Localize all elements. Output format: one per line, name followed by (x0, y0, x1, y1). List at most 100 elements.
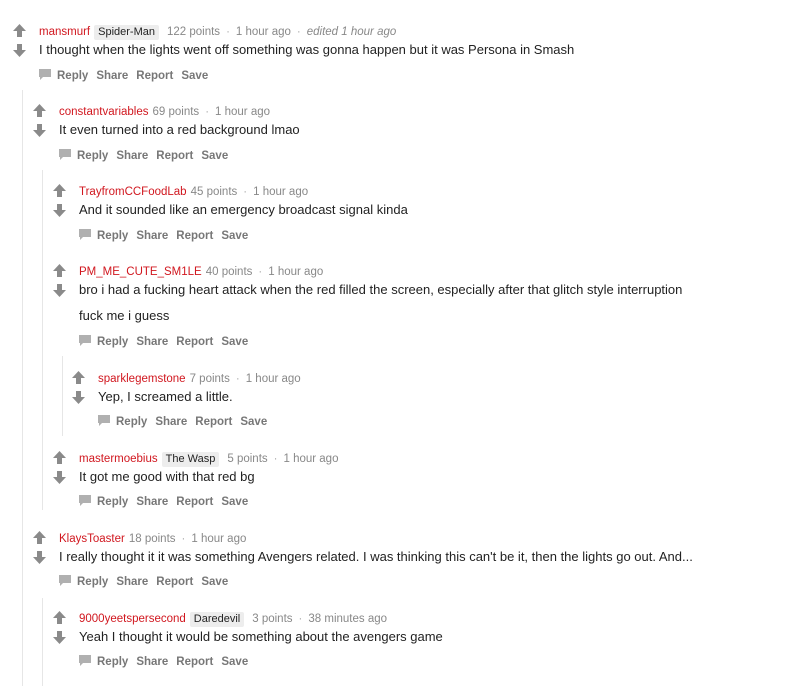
downvote-arrow-icon[interactable] (33, 124, 46, 137)
comment-body: It got me good with that red bg (79, 468, 255, 486)
author-link[interactable]: constantvariables (59, 106, 149, 118)
upvote-arrow-icon[interactable] (53, 451, 66, 464)
report-button[interactable]: Report (136, 70, 173, 82)
upvote-arrow-icon[interactable] (53, 264, 66, 277)
save-button[interactable]: Save (201, 576, 228, 588)
share-button[interactable]: Share (96, 70, 128, 82)
save-button[interactable]: Save (221, 496, 248, 508)
upvote-arrow-icon[interactable] (13, 24, 26, 37)
share-button[interactable]: Share (116, 150, 148, 162)
comment-tagline: PM_ME_CUTE_SM1LE 40 points · 1 hour ago (79, 264, 323, 280)
comment-actions: Reply Share Report Save (59, 148, 236, 164)
downvote-arrow-icon[interactable] (53, 284, 66, 297)
comment-text: Yeah I thought it would be something abo… (79, 629, 443, 644)
reply-button[interactable]: Reply (77, 150, 108, 162)
separator-dot: · (258, 266, 263, 278)
downvote-arrow-icon[interactable] (33, 551, 46, 564)
comment-text: And it sounded like an emergency broadca… (79, 202, 408, 217)
save-button[interactable]: Save (221, 336, 248, 348)
share-button[interactable]: Share (116, 576, 148, 588)
report-button[interactable]: Report (176, 336, 213, 348)
upvote-arrow-icon[interactable] (33, 531, 46, 544)
edited-time: edited 1 hour ago (306, 26, 397, 38)
reply-button[interactable]: Reply (97, 496, 128, 508)
thread-line (22, 90, 23, 686)
share-button[interactable]: Share (136, 656, 168, 668)
comment-body: bro i had a fucking heart attack when th… (79, 281, 682, 325)
comment-time: 1 hour ago (253, 186, 309, 198)
comment-time: 1 hour ago (191, 533, 247, 545)
report-button[interactable]: Report (176, 656, 213, 668)
comment-actions: Reply Share Report Save (98, 414, 275, 430)
comment-actions: Reply Share Report Save (79, 228, 256, 244)
report-button[interactable]: Report (195, 416, 232, 428)
author-link[interactable]: mastermoebius (79, 453, 158, 465)
comment-time: 1 hour ago (283, 453, 339, 465)
save-button[interactable]: Save (221, 230, 248, 242)
reply-button[interactable]: Reply (116, 416, 147, 428)
author-link[interactable]: KlaysToaster (59, 533, 125, 545)
reply-button[interactable]: Reply (57, 70, 88, 82)
comment-points: 40 points (205, 266, 253, 278)
separator-dot: · (226, 26, 230, 38)
comment-body: I thought when the lights went off somet… (39, 41, 574, 59)
save-button[interactable]: Save (221, 656, 248, 668)
reply-button[interactable]: Reply (97, 230, 128, 242)
upvote-arrow-icon[interactable] (33, 104, 46, 117)
report-button[interactable]: Report (156, 150, 193, 162)
author-link[interactable]: 9000yeetspersecond (79, 613, 186, 625)
comment-actions: Reply Share Report Save (79, 494, 256, 510)
user-flair: Spider-Man (94, 25, 159, 40)
comment-actions: Reply Share Report Save (59, 574, 236, 590)
comment-text: I really thought it it was something Ave… (59, 549, 693, 564)
comment-body: Yep, I screamed a little. (98, 388, 233, 406)
save-button[interactable]: Save (181, 70, 208, 82)
comment-tagline: TrayfromCCFoodLab 45 points · 1 hour ago (79, 184, 308, 200)
reply-button[interactable]: Reply (97, 336, 128, 348)
downvote-arrow-icon[interactable] (72, 391, 85, 404)
comment-points: 3 points (252, 613, 293, 625)
separator-dot: · (298, 613, 303, 625)
thread-line (42, 598, 43, 686)
share-button[interactable]: Share (155, 416, 187, 428)
report-button[interactable]: Report (176, 496, 213, 508)
author-link[interactable]: sparklegemstone (98, 373, 186, 385)
author-link[interactable]: TrayfromCCFoodLab (79, 186, 187, 198)
author-link[interactable]: mansmurf (39, 26, 90, 38)
comment-points: 18 points (128, 533, 176, 545)
comment-time: 1 hour ago (268, 266, 324, 278)
downvote-arrow-icon[interactable] (53, 631, 66, 644)
user-flair: Daredevil (189, 612, 245, 627)
upvote-arrow-icon[interactable] (53, 611, 66, 624)
downvote-arrow-icon[interactable] (13, 44, 26, 57)
downvote-arrow-icon[interactable] (53, 471, 66, 484)
reply-speech-icon (98, 415, 110, 426)
comment-points: 45 points (190, 186, 238, 198)
report-button[interactable]: Report (156, 576, 193, 588)
downvote-arrow-icon[interactable] (53, 204, 66, 217)
comment-text: Yep, I screamed a little. (98, 389, 233, 404)
comment-tagline: mastermoebius The Wasp 5 points · 1 hour ago (79, 451, 338, 467)
upvote-arrow-icon[interactable] (72, 371, 85, 384)
comment-actions: Reply Share Report Save (39, 68, 216, 84)
share-button[interactable]: Share (136, 230, 168, 242)
comment-time: 1 hour ago (215, 106, 271, 118)
reply-button[interactable]: Reply (97, 656, 128, 668)
comment-body: I really thought it it was something Ave… (59, 548, 693, 566)
save-button[interactable]: Save (240, 416, 267, 428)
report-button[interactable]: Report (176, 230, 213, 242)
save-button[interactable]: Save (201, 150, 228, 162)
upvote-arrow-icon[interactable] (53, 184, 66, 197)
comment-points: 122 points (166, 26, 221, 38)
separator-dot: · (205, 106, 210, 118)
separator-dot: · (273, 453, 278, 465)
separator-dot: · (181, 533, 186, 545)
reply-speech-icon (39, 69, 51, 80)
comment-points: 69 points (152, 106, 200, 118)
author-link[interactable]: PM_ME_CUTE_SM1LE (79, 266, 202, 278)
reply-button[interactable]: Reply (77, 576, 108, 588)
comment-points: 7 points (189, 373, 230, 385)
comment-points: 5 points (227, 453, 268, 465)
share-button[interactable]: Share (136, 336, 168, 348)
share-button[interactable]: Share (136, 496, 168, 508)
